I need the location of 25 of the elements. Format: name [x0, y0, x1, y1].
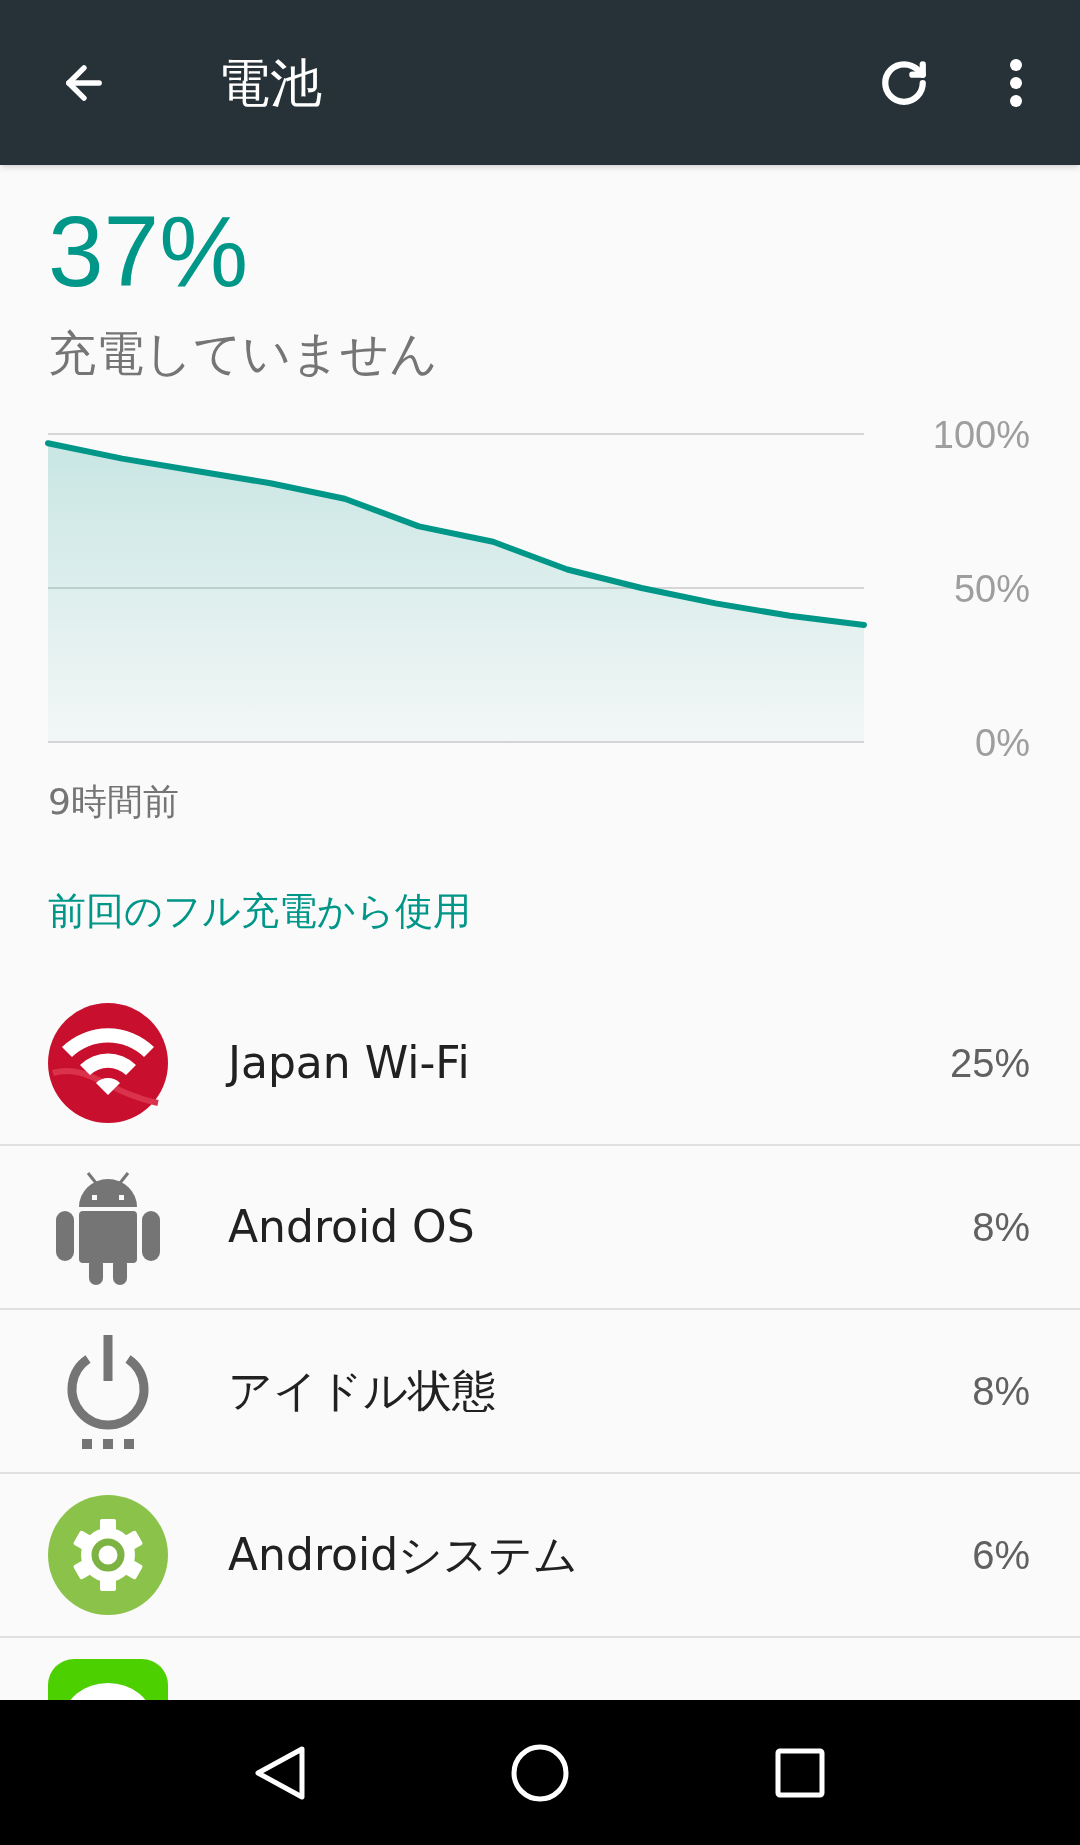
usage-percent: 6% — [972, 1532, 1030, 1579]
more-icon — [1010, 58, 1022, 107]
time-label: 9時間前 — [47, 780, 180, 824]
battery-percent: 37% — [47, 194, 250, 309]
app-usage-row[interactable]: Androidシステム 6% — [0, 1474, 1080, 1638]
back-triangle-icon — [254, 1744, 306, 1801]
app-usage-row[interactable]: Japan Wi-Fi 25% — [0, 982, 1080, 1146]
app-usage-row[interactable]: Android OS 8% — [0, 1146, 1080, 1310]
charging-status: 充電していません — [47, 324, 439, 383]
usage-percent: 8% — [972, 1204, 1030, 1251]
app-name: Androidシステム — [228, 1528, 580, 1582]
app-name: Android OS — [228, 1200, 476, 1254]
axis-label: 50% — [953, 568, 1030, 610]
app-name: アイドル状態 — [228, 1364, 497, 1418]
wifi-app-icon — [48, 1003, 168, 1123]
home-circle-icon — [511, 1743, 569, 1802]
section-header: 前回のフル充電から使用 — [47, 888, 472, 935]
axis-label: 0% — [975, 722, 1030, 759]
usage-percent: 25% — [949, 1040, 1030, 1087]
axis-label: 100% — [932, 419, 1030, 456]
recents-square-icon — [775, 1747, 825, 1798]
usage-percent: 8% — [972, 1368, 1030, 1415]
app-usage-row[interactable]: アイドル状態 8% — [0, 1310, 1080, 1474]
gear-app-icon — [48, 1495, 168, 1615]
screen-title: 電池 — [218, 51, 323, 115]
